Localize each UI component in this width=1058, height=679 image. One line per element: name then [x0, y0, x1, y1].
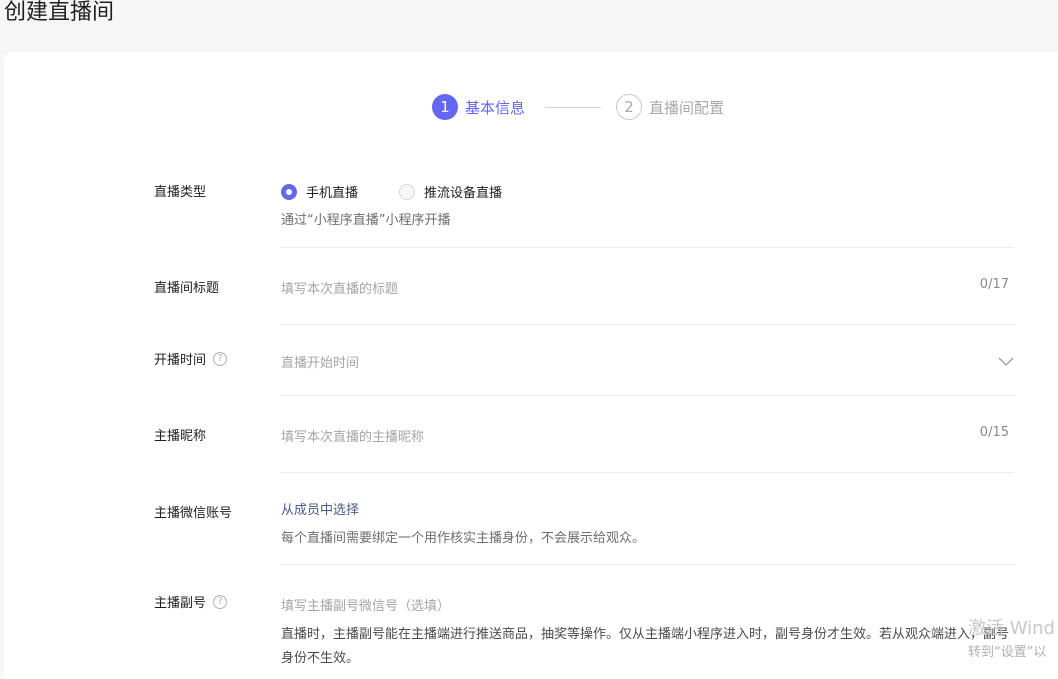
- question-circle-icon[interactable]: ?: [213, 594, 228, 609]
- step-connector: [545, 106, 602, 108]
- step-2-label: 直播间配置: [649, 98, 725, 117]
- question-circle-icon[interactable]: ?: [213, 351, 228, 366]
- anchor-wechat-label: 主播微信账号: [154, 506, 233, 521]
- radio-phone-live[interactable]: 手机直播: [281, 182, 358, 201]
- anchor-nickname-label: 主播昵称: [154, 429, 207, 444]
- sub-anchor-hint: 直播时，主播副号能在主播端进行推送商品，抽奖等操作。仅从主播端小程序进入时，副号…: [281, 627, 1010, 666]
- chevron-down-icon[interactable]: [998, 355, 1014, 367]
- sub-anchor-input[interactable]: 填写主播副号微信号（选填）: [281, 595, 981, 614]
- anchor-nickname-counter: 0/15: [979, 425, 1009, 440]
- anchor-nickname-input[interactable]: 填写本次直播的主播昵称: [281, 426, 961, 445]
- anchor-wechat-hint: 每个直播间需要绑定一个用作核实主播身份，不会展示给观众。: [281, 531, 646, 546]
- radio-checked-icon[interactable]: [281, 183, 297, 200]
- step-1-label: 基本信息: [465, 98, 526, 117]
- divider: [281, 324, 1014, 325]
- room-title-label: 直播间标题: [154, 281, 220, 296]
- live-type-radio-group: 手机直播 推流设备直播: [281, 182, 543, 201]
- divider: [281, 247, 1014, 248]
- step-1-number: 1: [432, 94, 458, 120]
- room-title-input[interactable]: 填写本次直播的标题: [281, 278, 961, 297]
- select-from-members-link[interactable]: 从成员中选择: [281, 499, 359, 518]
- radio-unchecked-icon[interactable]: [399, 183, 416, 200]
- live-type-label: 直播类型: [154, 185, 207, 200]
- activation-watermark-subtitle: 转到“设置”以: [968, 645, 1047, 660]
- divider: [281, 564, 1014, 565]
- step-2-number: 2: [616, 94, 643, 120]
- sub-anchor-label: 主播副号 ?: [154, 592, 228, 611]
- divider: [281, 395, 1014, 396]
- page-title: 创建直播间: [4, 0, 115, 25]
- stepper: 1 基本信息 2 直播间配置: [432, 93, 724, 121]
- live-type-hint: 通过“小程序直播”小程序开播: [281, 213, 451, 228]
- room-title-counter: 0/17: [979, 277, 1009, 292]
- divider: [281, 472, 1014, 473]
- start-time-picker[interactable]: 直播开始时间: [281, 352, 981, 371]
- activation-watermark-title: 激活 Wind: [968, 618, 1055, 639]
- start-time-label: 开播时间 ?: [154, 349, 228, 368]
- radio-push-device-live[interactable]: 推流设备直播: [399, 182, 502, 201]
